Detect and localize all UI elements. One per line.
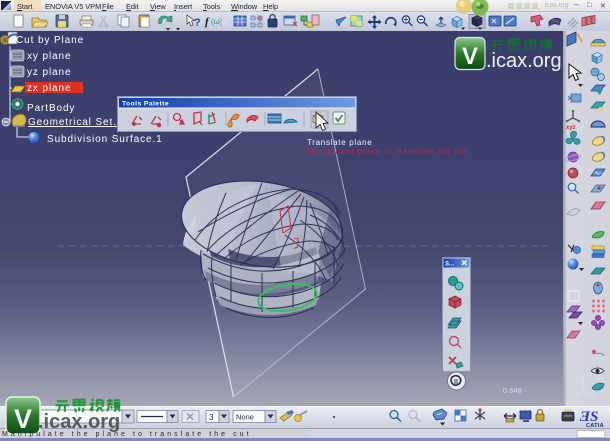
svg-text:None: None [236, 413, 254, 422]
svg-text:xyz: xyz [565, 125, 576, 131]
svg-text:S...: S... [445, 262, 454, 268]
svg-text:f: f [205, 16, 210, 28]
svg-text:?: ? [194, 17, 201, 29]
svg-text:CATIA: CATIA [586, 423, 604, 429]
svg-text:3: 3 [209, 413, 214, 422]
svg-text:V: V [14, 404, 32, 434]
svg-text:.icax.org: .icax.org [486, 50, 562, 72]
svg-text:0.648: 0.648 [503, 386, 522, 395]
svg-text:Tools Palette: Tools Palette [122, 101, 169, 108]
svg-text:.icax.org: .icax.org [38, 411, 120, 433]
svg-text:V: V [462, 43, 478, 70]
